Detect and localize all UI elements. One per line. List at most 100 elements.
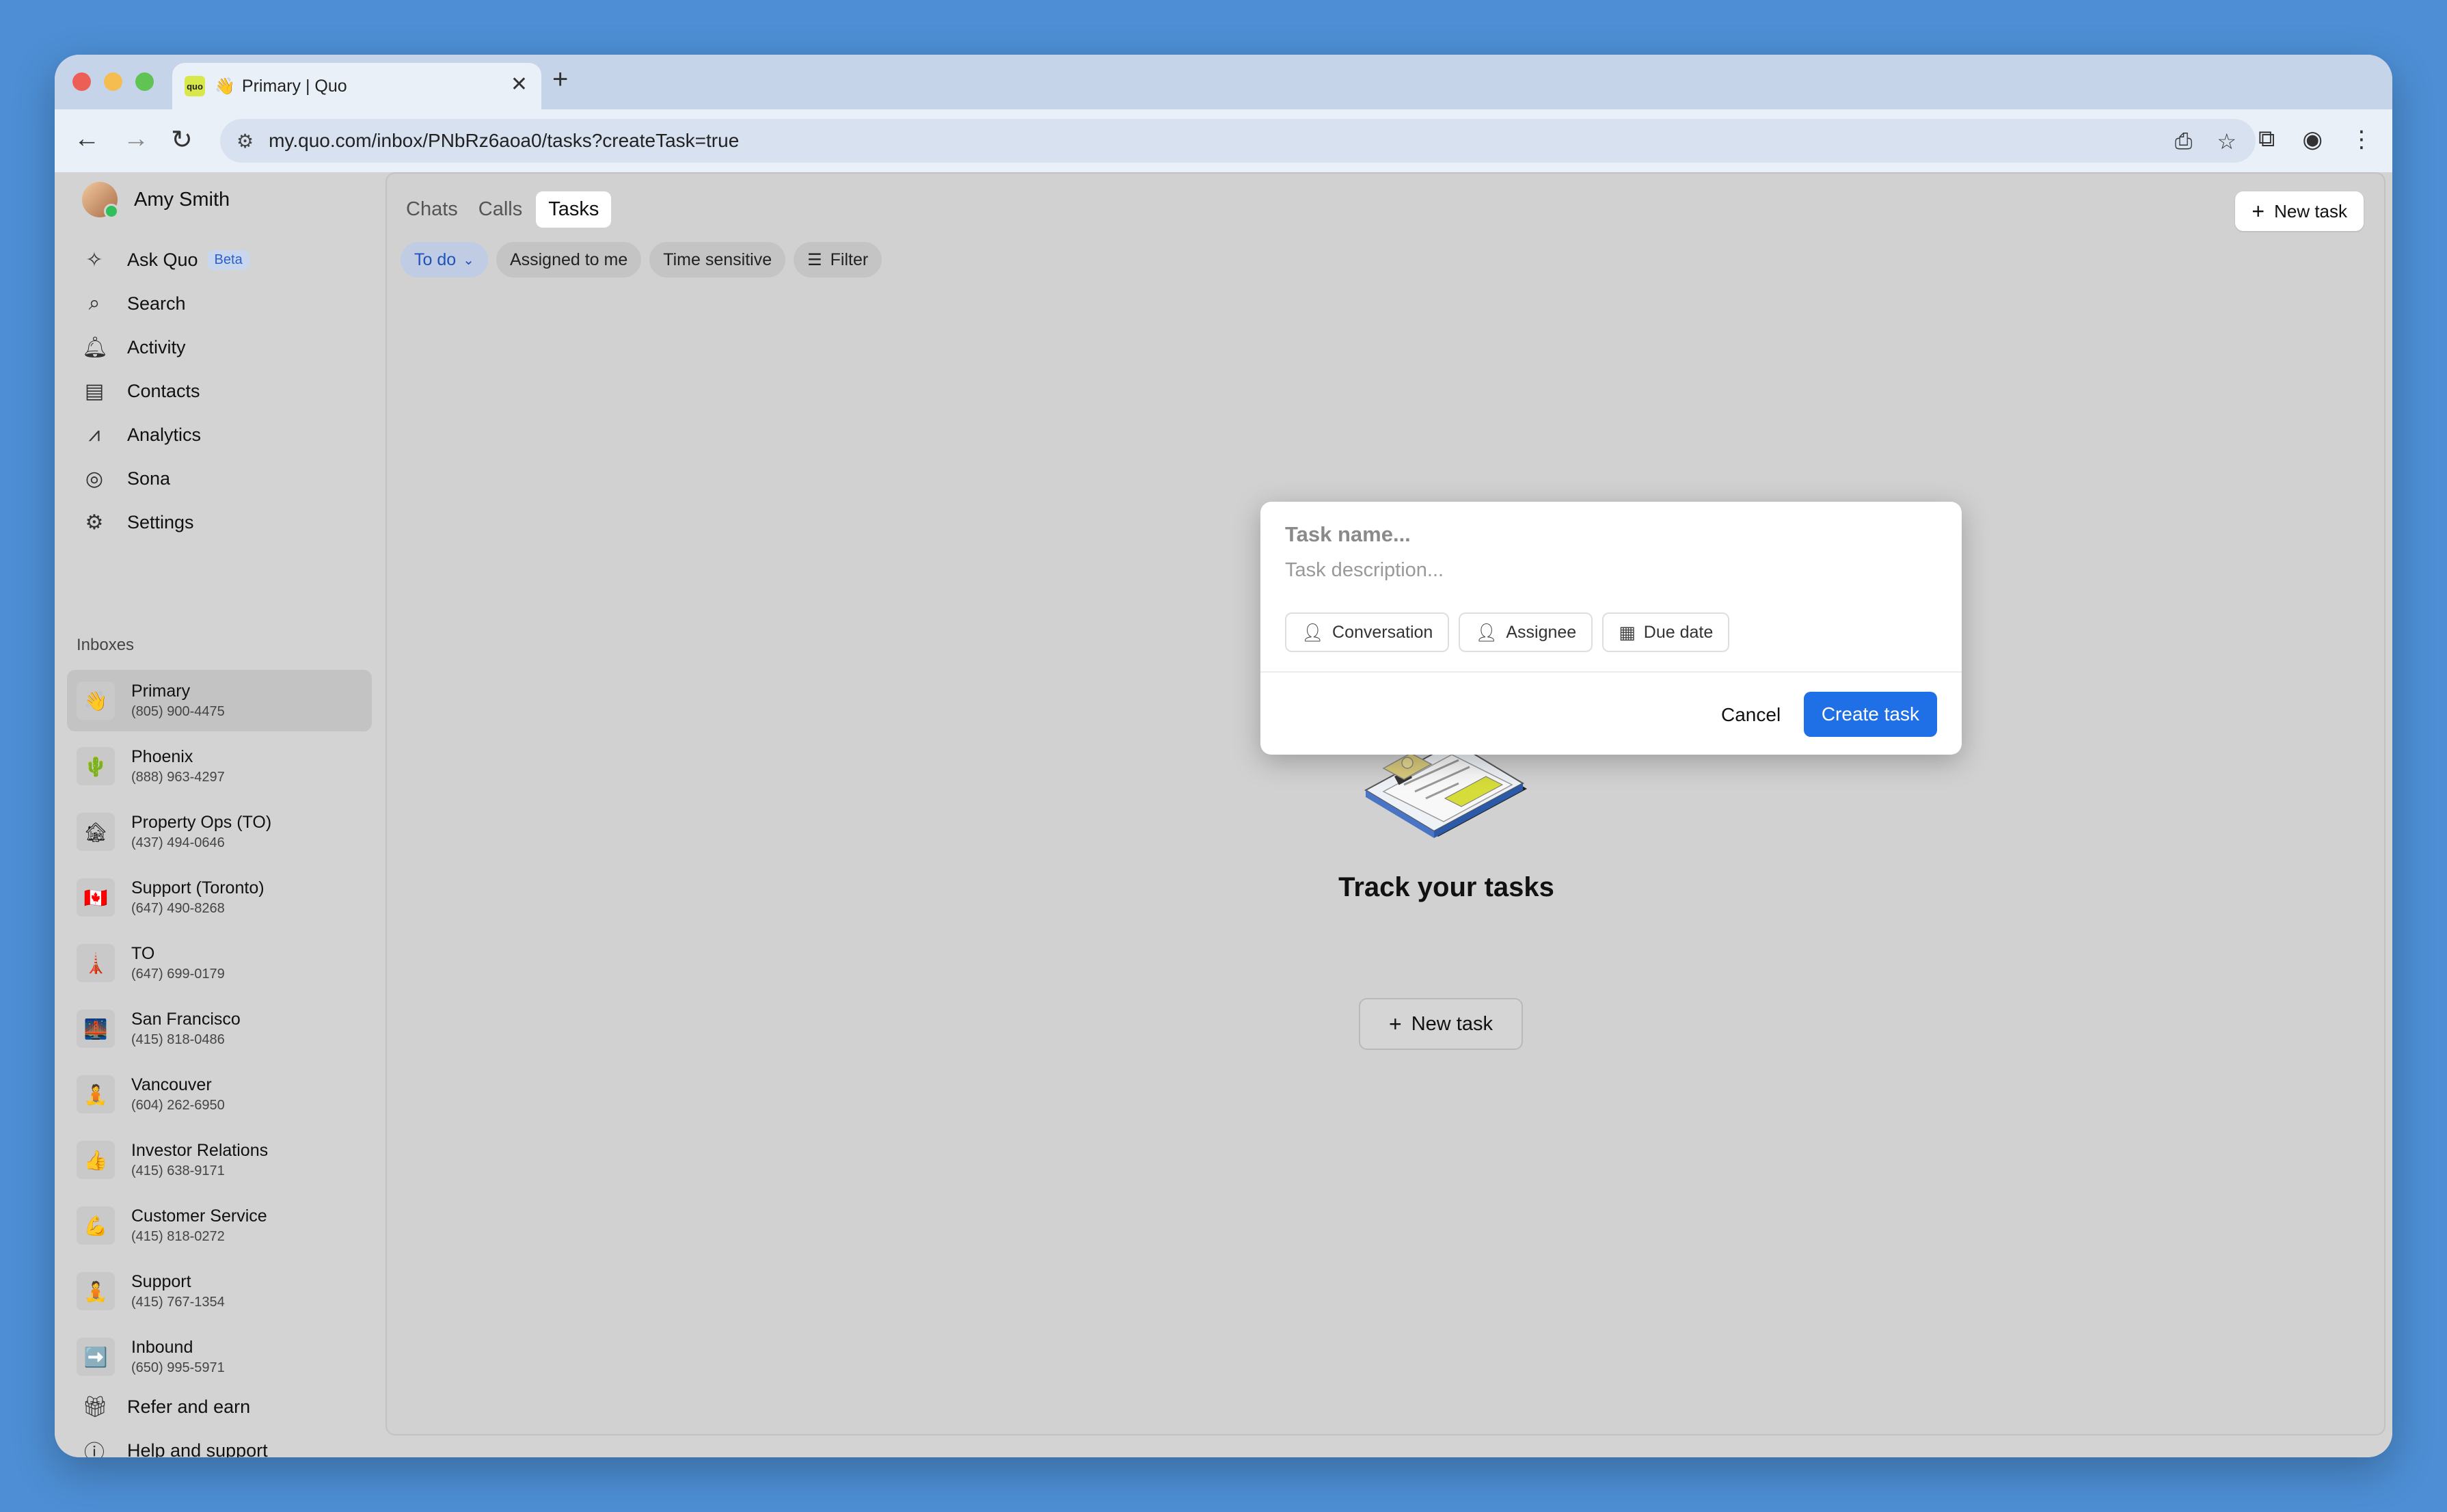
reload-icon[interactable]: ↻ bbox=[171, 124, 193, 155]
online-status-dot bbox=[104, 204, 119, 219]
sidebar-item-label: Search bbox=[127, 293, 186, 314]
task-description-input[interactable]: Task description... bbox=[1285, 559, 1444, 582]
inbox-phone: (647) 490-8268 bbox=[131, 901, 225, 916]
inbox-phone: (415) 818-0486 bbox=[131, 1032, 225, 1047]
analytics-icon: ⩘ bbox=[88, 423, 100, 446]
wave-emoji-icon: 👋 bbox=[215, 77, 235, 96]
sidebar-item-activity[interactable]: 🔔︎ Activity bbox=[82, 329, 186, 365]
bell-icon: 🔔︎ bbox=[82, 336, 109, 359]
conversation-label: Conversation bbox=[1332, 622, 1433, 642]
sidebar-item-search[interactable]: ⌕ Search bbox=[82, 286, 186, 321]
inbox-vancouver[interactable]: 🧘 Vancouver (604) 262-6950 bbox=[67, 1064, 372, 1125]
inboxes-heading: Inboxes bbox=[77, 636, 135, 654]
sidebar: Amy Smith ✧ Ask Quo Beta ⌕ Search 🔔︎ Act… bbox=[55, 172, 384, 1457]
sidebar-item-label: Contacts bbox=[127, 380, 200, 401]
time-sensitive-label: Time sensitive bbox=[663, 249, 772, 269]
inbox-phone: (805) 900-4475 bbox=[131, 704, 225, 719]
inbox-emoji-icon: 🌵 bbox=[77, 747, 115, 785]
gift-icon: 🎁︎ bbox=[82, 1395, 109, 1418]
time-sensitive-filter[interactable]: Time sensitive bbox=[649, 242, 786, 278]
maximize-window-button[interactable] bbox=[135, 72, 154, 91]
inbox-phone: (415) 638-9171 bbox=[131, 1163, 225, 1178]
profile-icon[interactable]: ◉ bbox=[2302, 126, 2323, 153]
beta-badge: Beta bbox=[207, 249, 249, 270]
inbox-emoji-icon: 💪 bbox=[77, 1206, 115, 1245]
inbox-phone: (415) 767-1354 bbox=[131, 1295, 225, 1310]
inbox-emoji-icon: 🌉 bbox=[77, 1010, 115, 1048]
sidebar-item-label: Ask Quo bbox=[127, 249, 198, 270]
help-circle-icon: ⓘ bbox=[84, 1442, 105, 1457]
inbox-support[interactable]: 🧘 Support (415) 767-1354 bbox=[67, 1260, 372, 1322]
inbox-name: Support (Toronto) bbox=[131, 878, 265, 897]
cancel-button[interactable]: Cancel bbox=[1705, 693, 1797, 737]
install-app-icon[interactable]: ⎙ bbox=[2175, 129, 2193, 154]
tab-chats[interactable]: Chats bbox=[399, 191, 465, 228]
browser-tab[interactable]: quo 👋 Primary | Quo ✕ bbox=[172, 63, 541, 109]
inbox-phoenix[interactable]: 🌵 Phoenix (888) 963-4297 bbox=[67, 735, 372, 797]
task-name-input[interactable]: Task name... bbox=[1285, 522, 1411, 547]
quo-favicon-icon: quo bbox=[185, 76, 205, 96]
assigned-to-me-filter[interactable]: Assigned to me bbox=[496, 242, 642, 278]
assigned-label: Assigned to me bbox=[509, 249, 628, 269]
create-task-button[interactable]: Create task bbox=[1803, 692, 1937, 737]
due-date-picker-button[interactable]: ▦ Due date bbox=[1602, 612, 1730, 652]
inbox-name: Vancouver bbox=[131, 1075, 212, 1094]
inbox-emoji-icon: 🧘 bbox=[77, 1272, 115, 1310]
contacts-icon: ▤ bbox=[84, 379, 105, 403]
tab-search-icon[interactable]: ⧉ bbox=[2258, 126, 2275, 153]
inbox-san-francisco[interactable]: 🌉 San Francisco (415) 818-0486 bbox=[67, 998, 372, 1059]
inbox-support-toronto[interactable]: 🇨🇦 Support (Toronto) (647) 490-8268 bbox=[67, 867, 372, 928]
inbox-emoji-icon: ➡️ bbox=[77, 1338, 115, 1376]
sidebar-item-sona[interactable]: ◎ Sona bbox=[82, 461, 170, 496]
new-tab-button[interactable]: + bbox=[552, 64, 568, 95]
filter-button[interactable]: ☰ Filter bbox=[794, 242, 882, 278]
inbox-phone: (650) 995-5971 bbox=[131, 1360, 225, 1375]
inbox-property-ops[interactable]: 🏚 Property Ops (TO) (437) 494-0646 bbox=[67, 801, 372, 863]
browser-toolbar: ← → ↻ ⚙ my.quo.com/inbox/PNbRz6aoa0/task… bbox=[55, 109, 2392, 172]
address-bar[interactable]: ⚙ my.quo.com/inbox/PNbRz6aoa0/tasks?crea… bbox=[220, 119, 2256, 163]
tab-calls[interactable]: Calls bbox=[472, 191, 529, 228]
help-and-support-link[interactable]: ⓘ Help and support bbox=[82, 1433, 268, 1458]
close-tab-icon[interactable]: ✕ bbox=[511, 72, 528, 96]
new-task-button[interactable]: + New task bbox=[2235, 191, 2364, 231]
close-window-button[interactable] bbox=[72, 72, 91, 91]
sidebar-item-contacts[interactable]: ▤ Contacts bbox=[82, 373, 200, 409]
inbox-emoji-icon: 🧘 bbox=[77, 1075, 115, 1113]
inbox-to[interactable]: 🗼 TO (647) 699-0179 bbox=[67, 932, 372, 994]
minimize-window-button[interactable] bbox=[104, 72, 122, 91]
sparkle-icon: ✧ bbox=[85, 248, 103, 271]
inbox-name: Support bbox=[131, 1272, 191, 1291]
inbox-customer-service[interactable]: 💪 Customer Service (415) 818-0272 bbox=[67, 1195, 372, 1256]
todo-filter-dropdown[interactable]: To do ⌄ bbox=[401, 242, 488, 278]
filter-label: Filter bbox=[830, 249, 869, 269]
forward-icon[interactable]: → bbox=[123, 124, 149, 154]
sidebar-item-analytics[interactable]: ⩘ Analytics bbox=[82, 417, 202, 453]
empty-state-new-task-button[interactable]: + New task bbox=[1359, 998, 1523, 1050]
assignee-picker-button[interactable]: 👤︎ Assignee bbox=[1459, 612, 1593, 652]
gear-icon: ⚙ bbox=[85, 511, 104, 534]
inbox-investor-relations[interactable]: 👍 Investor Relations (415) 638-9171 bbox=[67, 1129, 372, 1191]
inbox-name: Investor Relations bbox=[131, 1141, 269, 1160]
inbox-primary[interactable]: 👋 Primary (805) 900-4475 bbox=[67, 670, 372, 731]
menu-kebab-icon[interactable]: ⋮ bbox=[2350, 126, 2373, 153]
sona-icon: ◎ bbox=[85, 467, 104, 490]
site-settings-icon[interactable]: ⚙ bbox=[236, 130, 254, 152]
user-profile[interactable]: Amy Smith bbox=[82, 182, 230, 219]
sidebar-item-ask-quo[interactable]: ✧ Ask Quo Beta bbox=[82, 242, 249, 278]
sidebar-item-settings[interactable]: ⚙ Settings bbox=[82, 504, 194, 540]
help-label: Help and support bbox=[127, 1440, 268, 1458]
tab-tasks[interactable]: Tasks bbox=[536, 191, 612, 228]
person-icon: 👤︎ bbox=[1301, 621, 1325, 643]
inbox-name: San Francisco bbox=[131, 1010, 241, 1029]
inbox-emoji-icon: 👍 bbox=[77, 1141, 115, 1179]
bookmark-star-icon[interactable]: ☆ bbox=[2217, 129, 2236, 154]
conversation-picker-button[interactable]: 👤︎ Conversation bbox=[1285, 612, 1450, 652]
refer-and-earn-link[interactable]: 🎁︎ Refer and earn bbox=[82, 1389, 250, 1425]
inbox-name: Property Ops (TO) bbox=[131, 813, 272, 832]
inbox-phone: (604) 262-6950 bbox=[131, 1098, 225, 1113]
back-icon[interactable]: ← bbox=[74, 124, 100, 154]
assignee-label: Assignee bbox=[1506, 622, 1577, 642]
refer-label: Refer and earn bbox=[127, 1396, 251, 1417]
inbox-inbound[interactable]: ➡️ Inbound (650) 995-5971 bbox=[67, 1326, 372, 1388]
inbox-emoji-icon: 👋 bbox=[77, 681, 115, 720]
